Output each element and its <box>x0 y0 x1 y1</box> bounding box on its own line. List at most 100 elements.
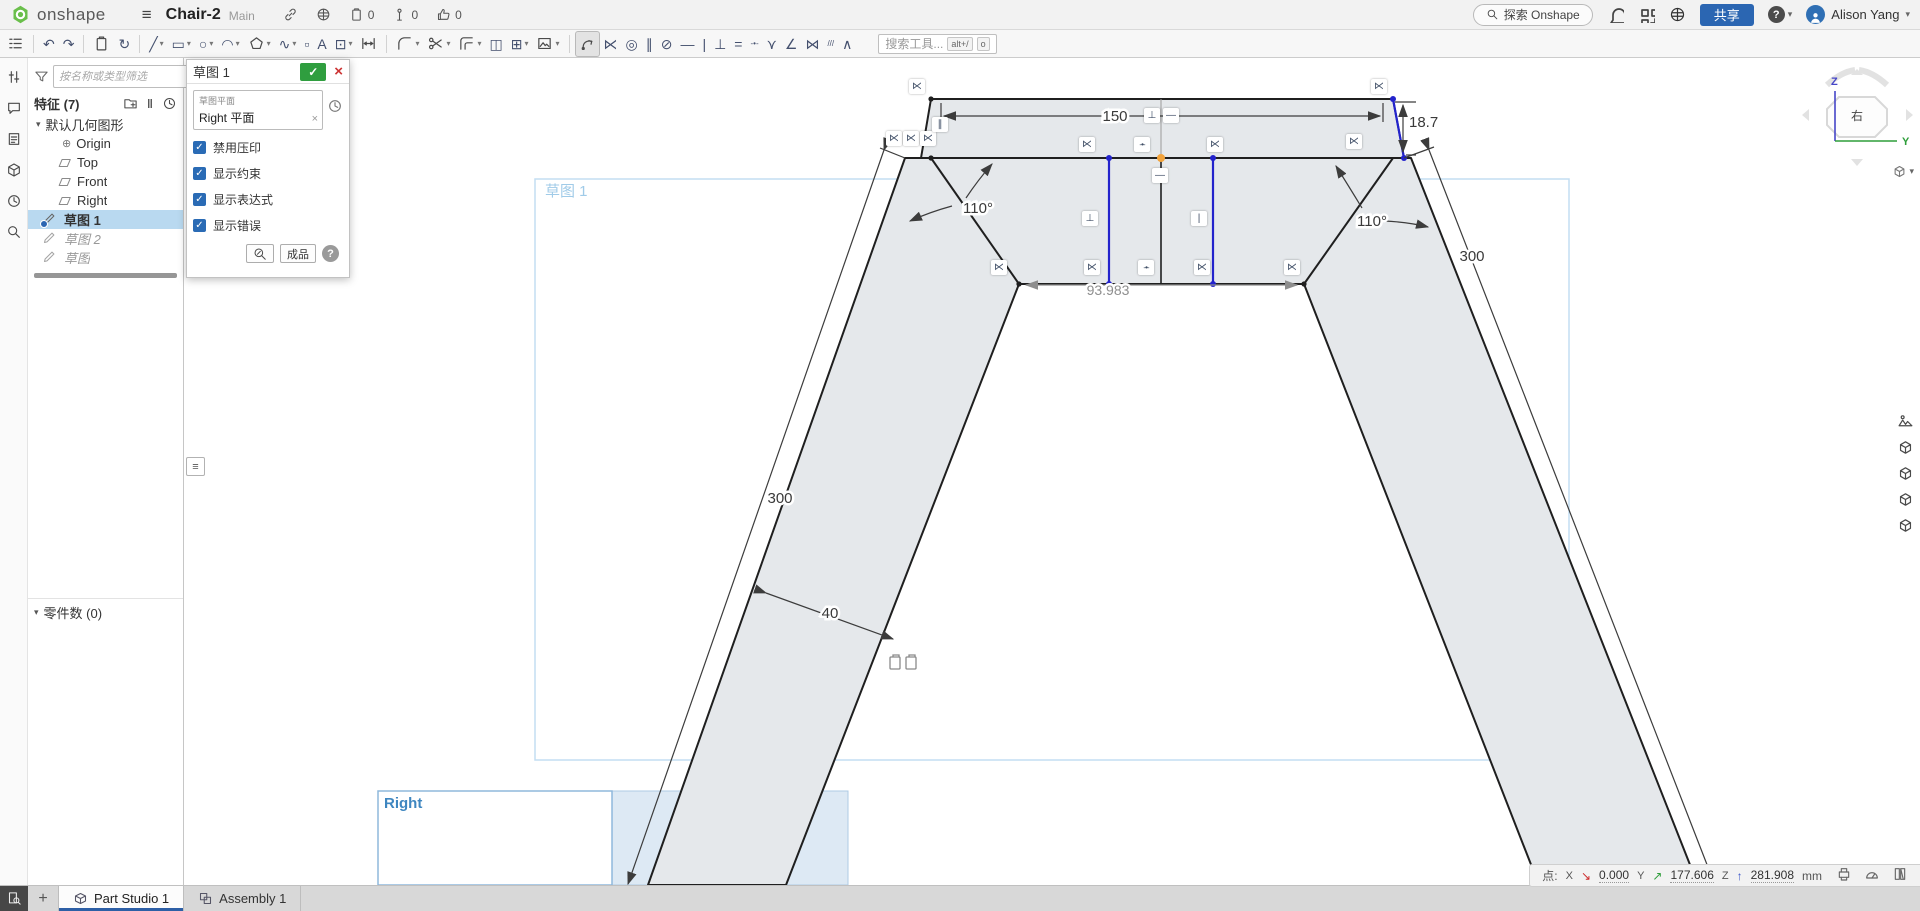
insert-image-tool[interactable]: ▾ <box>533 32 562 56</box>
notes-icon[interactable] <box>3 128 25 150</box>
feature-filter-input[interactable] <box>53 65 208 88</box>
fillet-tool[interactable]: ▾ <box>393 32 422 56</box>
checkbox-checked-icon[interactable]: ✓ <box>193 141 206 154</box>
perpendicular-constraint[interactable]: ⊥ <box>711 32 729 56</box>
text-tool[interactable]: A <box>314 32 329 56</box>
y-coordinate[interactable]: 177.606 <box>1670 868 1714 883</box>
tool-search-box[interactable]: 搜索工具... alt+/ o <box>878 33 997 54</box>
sketch-plane-field[interactable]: 草图平面 Right 平面 × <box>193 90 323 130</box>
main-menu-icon[interactable]: ≡ <box>142 5 152 25</box>
sketch-dialog-header[interactable]: 草图 1 ✓ × <box>187 60 349 84</box>
pierce-constraint[interactable]: ∠ <box>782 32 801 56</box>
view-cube-menu[interactable]: ▾ <box>1892 164 1914 179</box>
fix-constraint[interactable]: /// <box>824 32 837 56</box>
chevron-down-icon[interactable]: ▾ <box>267 39 271 48</box>
x-coordinate[interactable]: 0.000 <box>1599 868 1630 883</box>
filter-funnel-icon[interactable] <box>34 69 49 84</box>
comments-icon[interactable] <box>3 97 25 119</box>
tree-item-front[interactable]: Front <box>28 172 183 191</box>
link-icon[interactable] <box>283 7 298 22</box>
chevron-down-icon[interactable]: ▾ <box>36 119 41 130</box>
line-tool[interactable]: ╱ ▾ <box>146 32 166 56</box>
copies-icon[interactable]: 0 <box>349 7 374 22</box>
chevron-down-icon[interactable]: ▾ <box>236 39 240 48</box>
rollback-bar[interactable] <box>34 273 177 278</box>
coincident-constraint[interactable]: ⋉ <box>601 32 621 56</box>
rollback-history-icon[interactable] <box>162 96 177 111</box>
language-globe-icon[interactable] <box>1669 6 1686 23</box>
curvature-constraint[interactable]: ∧ <box>839 32 855 56</box>
active-sketch-tool[interactable] <box>575 31 599 56</box>
chevron-down-icon[interactable]: ▾ <box>348 39 352 48</box>
dimensions-panel-toggle[interactable]: ≡ <box>186 457 205 476</box>
branch-label[interactable]: Main <box>229 9 255 23</box>
horizontal-constraint[interactable]: — <box>677 32 697 56</box>
tab-part-studio-1[interactable]: Part Studio 1 <box>58 886 185 911</box>
chevron-down-icon[interactable]: ▾ <box>415 39 419 48</box>
tree-item-right[interactable]: Right <box>28 191 183 210</box>
tree-item-默认几何图形[interactable]: ▾ 默认几何图形 <box>28 115 183 134</box>
printer-icon[interactable] <box>1836 866 1852 885</box>
configurations-icon[interactable] <box>3 66 25 88</box>
confirm-button[interactable]: ✓ <box>300 62 327 81</box>
likes-icon[interactable]: 0 <box>436 7 462 22</box>
tree-item-top[interactable]: Top <box>28 153 183 172</box>
parallel-constraint[interactable]: ∥ <box>643 32 656 56</box>
offset-tool[interactable]: ▾ <box>455 32 484 56</box>
selection-history-icon[interactable] <box>327 98 343 114</box>
versions-icon[interactable] <box>3 159 25 181</box>
tree-item-origin[interactable]: ⊕ Origin <box>28 134 183 153</box>
cancel-icon[interactable]: × <box>334 63 343 80</box>
option-row-3[interactable]: ✓ 显示错误 <box>193 217 343 234</box>
z-coordinate[interactable]: 281.908 <box>1750 868 1794 883</box>
tab-manager-button[interactable] <box>0 886 28 911</box>
equal-constraint[interactable]: = <box>731 32 745 56</box>
view-preset-icon-4[interactable] <box>1894 514 1916 536</box>
mirror-tool[interactable]: ◫ <box>487 32 506 56</box>
app-store-icon[interactable] <box>1638 6 1655 23</box>
view-preset-icon-3[interactable] <box>1894 488 1916 510</box>
circle-tool[interactable]: ○ ▾ <box>196 32 216 56</box>
feature-list-toggle[interactable] <box>4 32 27 56</box>
undo-button[interactable]: ↶ <box>40 32 58 56</box>
tangent-constraint[interactable]: ⊘ <box>658 32 676 56</box>
search-icon[interactable] <box>3 221 25 243</box>
trim-tool[interactable]: ▾ <box>424 32 453 56</box>
checkbox-checked-icon[interactable]: ✓ <box>193 167 206 180</box>
chevron-down-icon[interactable]: ▾ <box>555 39 559 48</box>
spline-tool[interactable]: ∿ ▾ <box>276 32 300 56</box>
tree-item-草图-2[interactable]: 草图 2 <box>28 229 183 248</box>
share-button[interactable]: 共享 <box>1699 3 1754 26</box>
chevron-down-icon[interactable]: ▾ <box>187 39 191 48</box>
gauge-icon[interactable] <box>1864 866 1880 885</box>
tab-assembly-1[interactable]: Assembly 1 <box>184 886 302 911</box>
add-tab-button[interactable]: + <box>28 886 58 911</box>
point-tool[interactable]: ▫ <box>301 32 312 56</box>
concentric-constraint[interactable]: ◎ <box>623 32 641 56</box>
explore-onshape-button[interactable]: 探索 Onshape <box>1472 3 1593 26</box>
chevron-down-icon[interactable]: ▾ <box>292 39 296 48</box>
use-convert-tool[interactable]: ⊡ ▾ <box>332 32 356 56</box>
option-row-2[interactable]: ✓ 显示表达式 <box>193 191 343 208</box>
checkbox-checked-icon[interactable]: ✓ <box>193 219 206 232</box>
pattern-tool[interactable]: ⊞ ▾ <box>508 32 532 56</box>
sketch-tools-button[interactable] <box>246 244 274 263</box>
checkbox-checked-icon[interactable]: ✓ <box>193 193 206 206</box>
chevron-down-icon[interactable]: ▾ <box>524 39 528 48</box>
rectangle-tool[interactable]: ▭ ▾ <box>169 32 194 56</box>
sketch-profile[interactable] <box>647 96 1699 886</box>
onshape-logo[interactable]: onshape <box>10 4 106 25</box>
normal-constraint[interactable]: ⋎ <box>764 32 780 56</box>
chevron-down-icon[interactable]: ▾ <box>209 39 213 48</box>
transform-tool[interactable]: ↻ <box>115 32 133 56</box>
scene-view-icon[interactable] <box>1894 410 1916 432</box>
symmetric-constraint[interactable]: ⋈ <box>802 32 822 56</box>
user-menu[interactable]: Alison Yang ▾ <box>1806 5 1910 24</box>
final-button[interactable]: 成品 <box>280 244 316 263</box>
option-row-1[interactable]: ✓ 显示约束 <box>193 165 343 182</box>
notifications-bell-icon[interactable] <box>1607 6 1624 23</box>
followers-icon[interactable]: 0 <box>392 7 418 22</box>
tree-item-草图-1[interactable]: 草图 1 <box>28 210 183 229</box>
arc-tool[interactable]: ◠ ▾ <box>218 32 242 56</box>
copy-tool[interactable] <box>90 32 113 56</box>
